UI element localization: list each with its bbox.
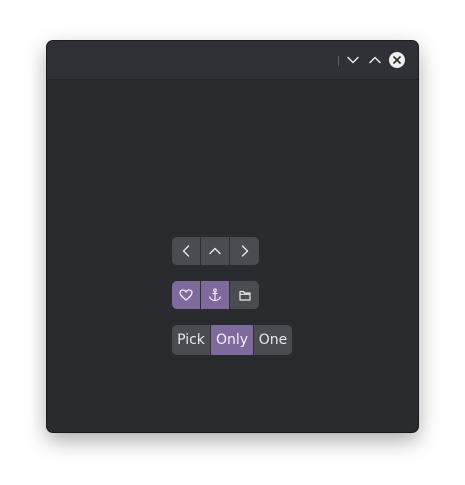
option-label: One <box>258 332 288 348</box>
option-only-button[interactable]: Only <box>211 325 254 355</box>
heart-icon <box>179 289 193 301</box>
headerbar <box>47 41 418 80</box>
navigation-button-group <box>172 237 259 265</box>
option-one-button[interactable]: One <box>254 325 292 355</box>
up-button[interactable] <box>201 237 230 265</box>
option-label: Pick <box>177 332 205 348</box>
maximize-button[interactable] <box>366 51 384 69</box>
close-icon <box>393 56 401 64</box>
option-pick-button[interactable]: Pick <box>172 325 211 355</box>
chevron-down-icon <box>347 56 359 64</box>
next-button[interactable] <box>230 237 259 265</box>
close-button[interactable] <box>389 52 405 68</box>
chevron-right-icon <box>241 245 249 257</box>
anchor-toggle-button[interactable] <box>201 281 230 309</box>
toggle-button-group <box>172 281 259 309</box>
chevron-left-icon <box>182 245 190 257</box>
headerbar-separator <box>338 56 339 66</box>
chevron-up-icon <box>369 56 381 64</box>
folder-toggle-button[interactable] <box>230 281 259 309</box>
window-content: Pick Only One <box>47 80 418 432</box>
anchor-icon <box>208 288 222 302</box>
chevron-up-icon <box>209 247 221 255</box>
favorite-toggle-button[interactable] <box>172 281 201 309</box>
minimize-button[interactable] <box>344 51 362 69</box>
option-label: Only <box>215 332 249 348</box>
app-window: Pick Only One <box>47 41 418 432</box>
choice-button-group: Pick Only One <box>172 325 292 355</box>
previous-button[interactable] <box>172 237 201 265</box>
folder-icon <box>238 290 251 301</box>
